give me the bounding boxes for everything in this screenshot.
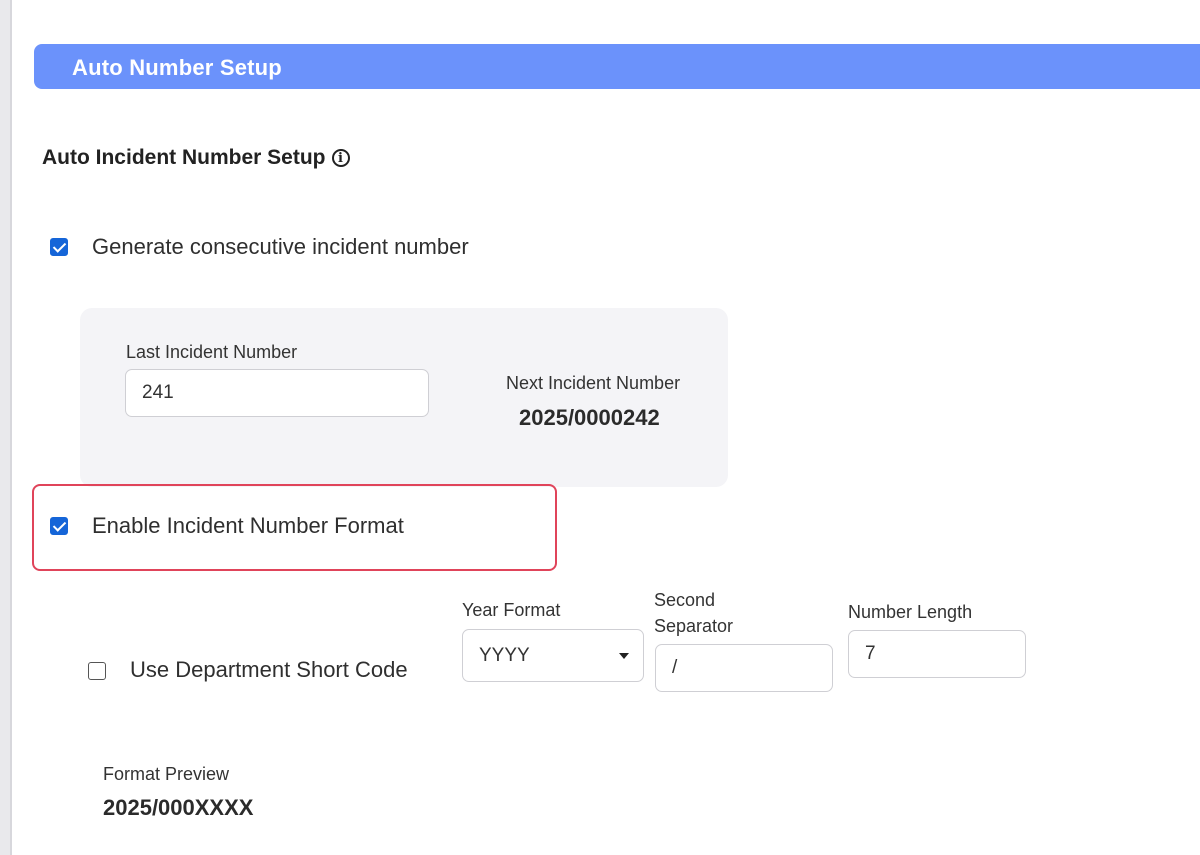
section-header-bar: Auto Number Setup [34, 44, 1200, 89]
year-format-value: YYYY [479, 644, 530, 666]
next-incident-value: 2025/0000242 [519, 405, 660, 430]
year-format-label: Year Format [462, 600, 561, 620]
number-length-value: 7 [865, 643, 876, 664]
number-length-label: Number Length [848, 602, 973, 622]
last-incident-label: Last Incident Number [126, 342, 298, 362]
format-preview-label: Format Preview [103, 764, 230, 784]
consecutive-number-label: Generate consecutive incident number [92, 234, 469, 259]
department-code-checkbox[interactable] [88, 662, 106, 680]
next-incident-label: Next Incident Number [506, 373, 681, 393]
second-separator-label-line1: Second [654, 590, 716, 610]
enable-format-label: Enable Incident Number Format [92, 513, 404, 538]
section-title: Auto Incident Number Setup i [42, 146, 350, 170]
second-separator-input[interactable]: / [655, 644, 833, 692]
settings-panel: Auto Number Setup Auto Incident Number S… [10, 0, 1200, 855]
header-title: Auto Number Setup [72, 55, 282, 80]
incident-number-box: Last Incident Number 241 Next Incident N… [80, 308, 728, 487]
department-code-label: Use Department Short Code [130, 657, 408, 682]
consecutive-number-checkbox[interactable] [50, 238, 68, 256]
year-format-select[interactable]: YYYY [462, 629, 644, 682]
second-separator-value: / [672, 657, 678, 678]
section-title-text: Auto Incident Number Setup [42, 146, 326, 169]
info-icon[interactable]: i [331, 149, 350, 167]
last-incident-value: 241 [142, 382, 174, 403]
second-separator-label-line2: Separator [654, 616, 734, 636]
format-preview-value: 2025/000XXXX [103, 795, 254, 820]
enable-format-checkbox[interactable] [50, 517, 68, 535]
chevron-down-icon [619, 652, 629, 659]
number-length-input[interactable]: 7 [848, 630, 1026, 678]
last-incident-input[interactable]: 241 [125, 369, 429, 417]
